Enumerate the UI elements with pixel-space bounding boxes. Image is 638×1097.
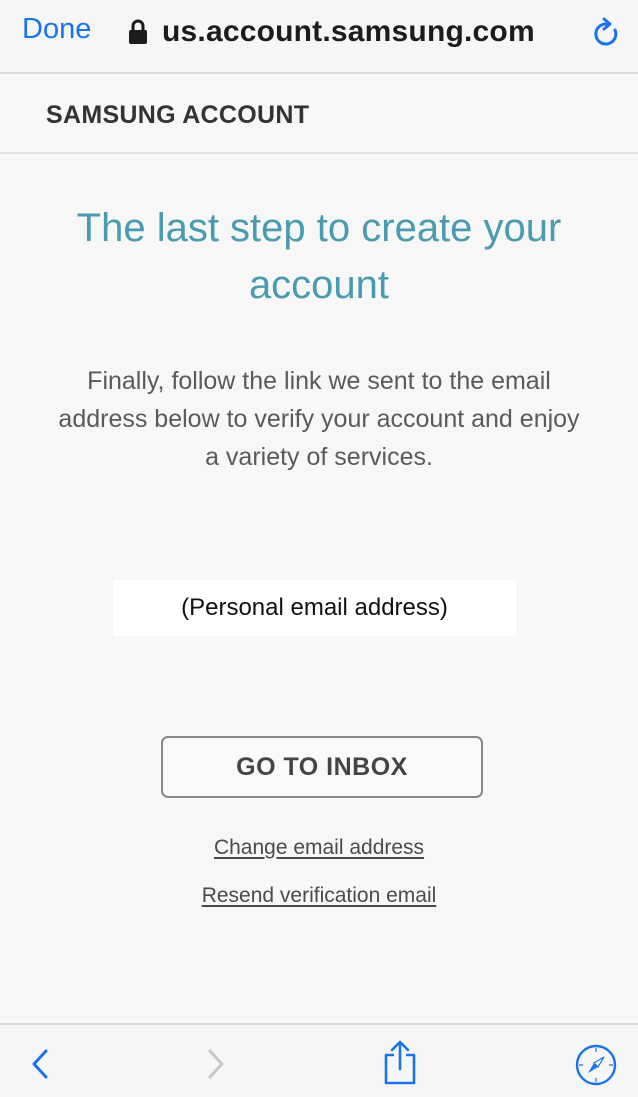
page-headline: The last step to create your account — [76, 206, 562, 307]
done-button[interactable]: Done — [22, 13, 91, 46]
address-bar[interactable]: us.account.samsung.com — [128, 12, 535, 52]
page-description: Finally, follow the link we sent to the … — [58, 367, 580, 471]
email-display: (Personal email address) — [113, 580, 516, 636]
change-email-link[interactable]: Change email address — [0, 836, 638, 860]
resend-verification-link[interactable]: Resend verification email — [0, 884, 638, 908]
go-to-inbox-label: GO TO INBOX — [236, 752, 408, 781]
browser-bottom-toolbar — [0, 1023, 638, 1097]
reload-icon[interactable] — [590, 16, 622, 50]
browser-top-bar: Done us.account.samsung.com — [0, 0, 638, 74]
site-title: SAMSUNG ACCOUNT — [46, 101, 310, 129]
lock-icon — [129, 19, 147, 44]
screen: Done us.account.samsung.com SAMSUNG ACCO… — [0, 0, 638, 1097]
share-icon[interactable] — [380, 1039, 420, 1087]
go-to-inbox-button[interactable]: GO TO INBOX — [161, 736, 483, 798]
back-icon[interactable] — [28, 1047, 52, 1081]
compass-icon[interactable] — [574, 1043, 618, 1087]
url-text: us.account.samsung.com — [162, 15, 535, 48]
site-header: SAMSUNG ACCOUNT — [0, 74, 638, 154]
email-address-text: (Personal email address) — [181, 594, 448, 621]
forward-icon[interactable] — [204, 1047, 228, 1081]
